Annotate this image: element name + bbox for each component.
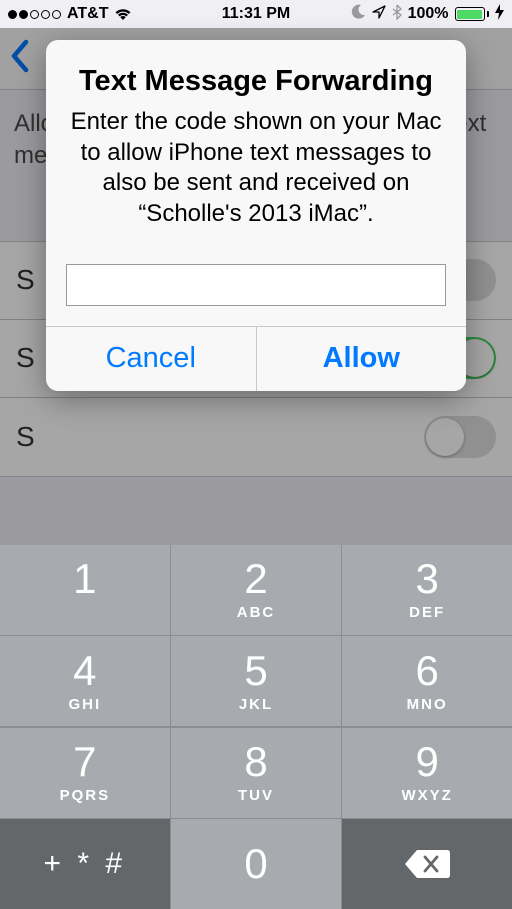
carrier-label: AT&T bbox=[67, 5, 108, 23]
signal-strength-icon bbox=[8, 10, 61, 19]
charging-icon bbox=[495, 4, 504, 25]
wifi-icon bbox=[114, 7, 132, 21]
status-left: AT&T bbox=[8, 5, 132, 23]
keypad-key-8[interactable]: 8 TUV bbox=[171, 728, 341, 818]
cancel-button[interactable]: Cancel bbox=[46, 327, 256, 391]
status-right: 100% bbox=[351, 4, 504, 25]
status-time: 11:31 PM bbox=[222, 5, 290, 23]
alert-message: Enter the code shown on your Mac to allo… bbox=[66, 107, 446, 230]
keypad-key-9[interactable]: 9 WXYZ bbox=[342, 728, 512, 818]
keypad-key-7[interactable]: 7 PQRS bbox=[0, 728, 170, 818]
keypad-key-6[interactable]: 6 MNO bbox=[342, 636, 512, 726]
code-input[interactable] bbox=[66, 264, 446, 306]
alert-title: Text Message Forwarding bbox=[66, 64, 446, 99]
status-bar: AT&T 11:31 PM 100% bbox=[0, 0, 512, 28]
alert-dialog: Text Message Forwarding Enter the code s… bbox=[46, 40, 466, 391]
bluetooth-icon bbox=[392, 4, 402, 25]
keypad-key-5[interactable]: 5 JKL bbox=[171, 636, 341, 726]
keypad-key-4[interactable]: 4 GHI bbox=[0, 636, 170, 726]
number-keypad: 1 2 ABC 3 DEF 4 GHI 5 JKL 6 MNO 7 PQRS 8… bbox=[0, 545, 512, 909]
battery-icon bbox=[455, 7, 490, 21]
keypad-key-1[interactable]: 1 bbox=[0, 545, 170, 635]
allow-button[interactable]: Allow bbox=[256, 327, 467, 391]
keypad-key-2[interactable]: 2 ABC bbox=[171, 545, 341, 635]
battery-percent: 100% bbox=[408, 5, 449, 23]
location-icon bbox=[372, 5, 386, 24]
do-not-disturb-icon bbox=[351, 4, 366, 24]
backspace-icon bbox=[403, 847, 451, 881]
keypad-key-symbols[interactable]: + * # bbox=[0, 819, 170, 909]
keypad-key-3[interactable]: 3 DEF bbox=[342, 545, 512, 635]
keypad-key-backspace[interactable] bbox=[342, 819, 512, 909]
keypad-key-0[interactable]: 0 bbox=[171, 819, 341, 909]
